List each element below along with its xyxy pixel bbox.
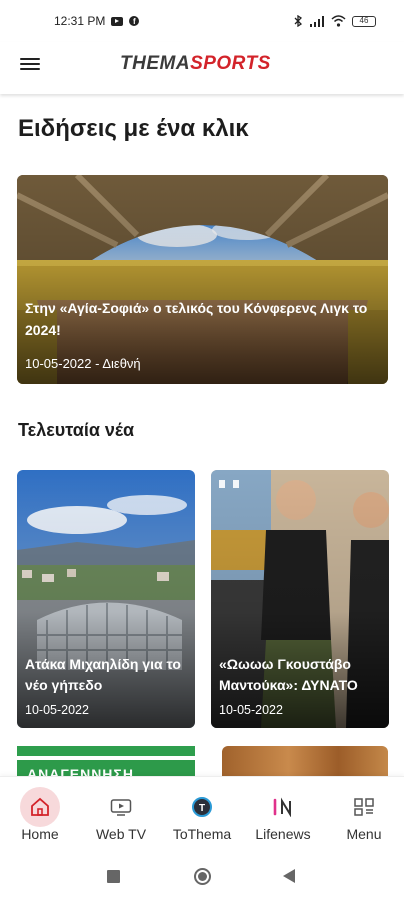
svg-text:T: T	[199, 803, 205, 814]
recents-icon[interactable]	[107, 870, 120, 883]
status-left: 12:31 PM f	[54, 14, 140, 28]
nav-home[interactable]: Home	[0, 777, 80, 851]
battery-indicator: 46	[352, 15, 376, 27]
news-card[interactable]: «Ωωωω Γκουστάβο Μαντούκα»: ΔΥΝΑΤΟ 10-05-…	[211, 470, 389, 728]
nav-label: Home	[21, 826, 59, 842]
signal-icon	[310, 15, 324, 27]
status-bar: 12:31 PM f 46	[0, 0, 404, 42]
status-right: 46	[294, 15, 376, 27]
nav-tothema[interactable]: T ToThema	[162, 777, 242, 851]
nav-lifenews[interactable]: Lifenews	[243, 777, 323, 851]
system-navigation	[0, 850, 404, 900]
hero-news-card[interactable]: Στην «Αγία-Σοφιά» ο τελικός του Κόνφερεν…	[17, 175, 388, 384]
nav-label: Lifenews	[255, 826, 311, 842]
hero-headline: Στην «Αγία-Σοφιά» ο τελικός του Κόνφερεν…	[25, 300, 368, 338]
youtube-icon	[111, 16, 124, 26]
app-logo[interactable]: THEMASPORTS	[120, 53, 271, 75]
nav-label: Web TV	[95, 826, 147, 842]
nav-label: Menu	[346, 826, 382, 842]
nav-menu[interactable]: Menu	[324, 777, 404, 851]
menu-grid-icon	[344, 787, 384, 827]
hero-meta: 10-05-2022 - Διεθνή	[25, 356, 141, 371]
pause-icon[interactable]	[219, 480, 225, 488]
lifenews-icon	[263, 787, 303, 827]
news-card[interactable]: Ατάκα Μιχαηλίδη για το νέο γήπεδο 10-05-…	[17, 470, 195, 728]
app-header: THEMASPORTS	[0, 42, 404, 94]
more-icon[interactable]	[233, 480, 239, 488]
logo-thema: THEMA	[120, 53, 191, 74]
tothema-icon: T	[182, 787, 222, 827]
logo-sports: SPORTS	[190, 53, 271, 74]
card-headline: «Ωωωω Γκουστάβο Μαντούκα»: ΔΥΝΑΤΟ	[219, 656, 358, 693]
video-controls[interactable]	[219, 480, 239, 488]
bottom-navigation: Home Web TV T ToThema Lifenews Menu	[0, 776, 404, 850]
status-time: 12:31 PM	[54, 14, 106, 28]
nav-label: ToThema	[172, 826, 232, 842]
bluetooth-icon	[294, 15, 303, 27]
facebook-icon: f	[129, 16, 140, 26]
latest-news-title: Τελευταία νέα	[18, 420, 135, 440]
hamburger-icon[interactable]	[20, 56, 40, 72]
card-date: 10-05-2022	[25, 703, 89, 717]
home-system-icon[interactable]	[194, 868, 211, 885]
page-title: Ειδήσεις με ένα κλικ	[18, 115, 249, 142]
card-date: 10-05-2022	[219, 703, 283, 717]
back-icon[interactable]	[283, 869, 295, 883]
stadium-image	[17, 175, 388, 384]
card-headline: Ατάκα Μιχαηλίδη για το νέο γήπεδο	[25, 656, 181, 693]
wifi-icon	[331, 15, 346, 27]
tv-icon	[101, 787, 141, 827]
nav-webtv[interactable]: Web TV	[81, 777, 161, 851]
home-icon	[20, 787, 60, 827]
